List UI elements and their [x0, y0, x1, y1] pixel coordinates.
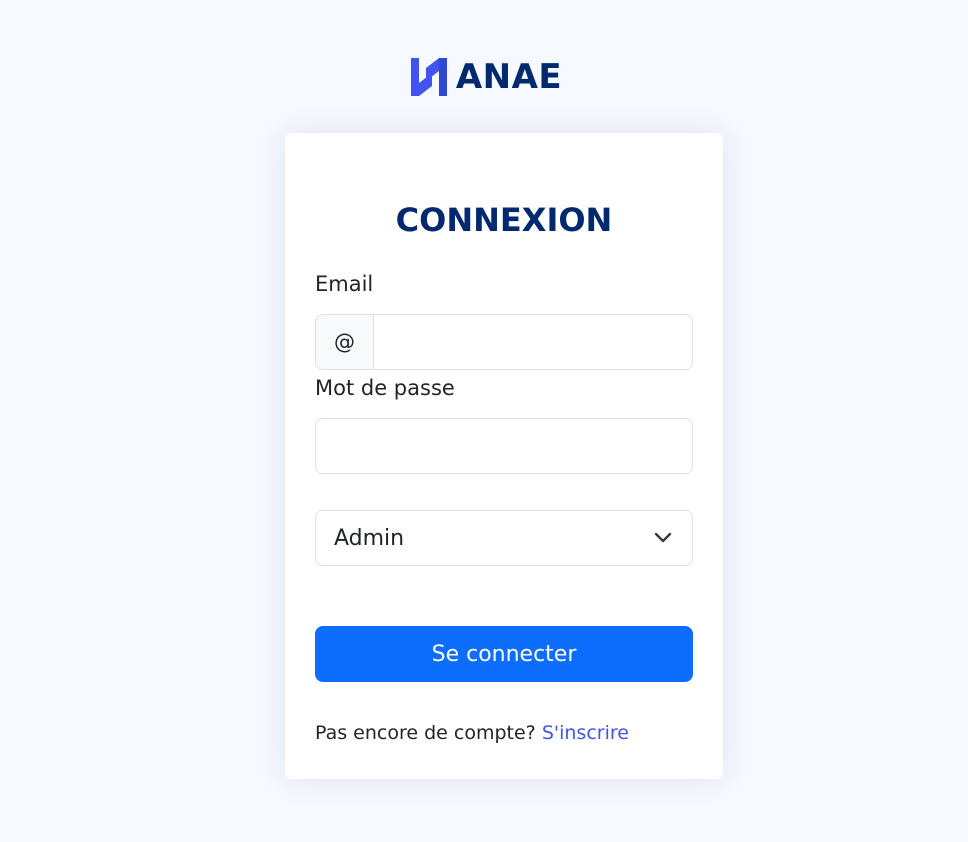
- signup-prompt: Pas encore de compte?: [315, 722, 536, 744]
- login-card: CONNEXION Email @ Mot de passe Admin Se …: [285, 133, 723, 779]
- signup-link[interactable]: S'inscrire: [542, 722, 629, 744]
- brand-header: ANAE: [0, 56, 968, 98]
- anae-logo-icon: [410, 58, 447, 96]
- brand-logo-link[interactable]: ANAE: [410, 56, 562, 98]
- role-select[interactable]: Admin: [315, 510, 693, 566]
- password-field[interactable]: [315, 418, 693, 474]
- chevron-down-icon: [654, 532, 672, 543]
- brand-name: ANAE: [455, 57, 563, 97]
- email-prefix: @: [315, 314, 373, 370]
- login-button[interactable]: Se connecter: [315, 626, 693, 682]
- email-label: Email: [315, 272, 374, 296]
- email-field[interactable]: [373, 314, 693, 370]
- email-input-group: @: [315, 314, 693, 370]
- role-select-value: Admin: [334, 525, 405, 551]
- login-title: CONNEXION: [395, 201, 613, 239]
- signup-row: Pas encore de compte? S'inscrire: [315, 719, 629, 747]
- password-label: Mot de passe: [315, 376, 455, 400]
